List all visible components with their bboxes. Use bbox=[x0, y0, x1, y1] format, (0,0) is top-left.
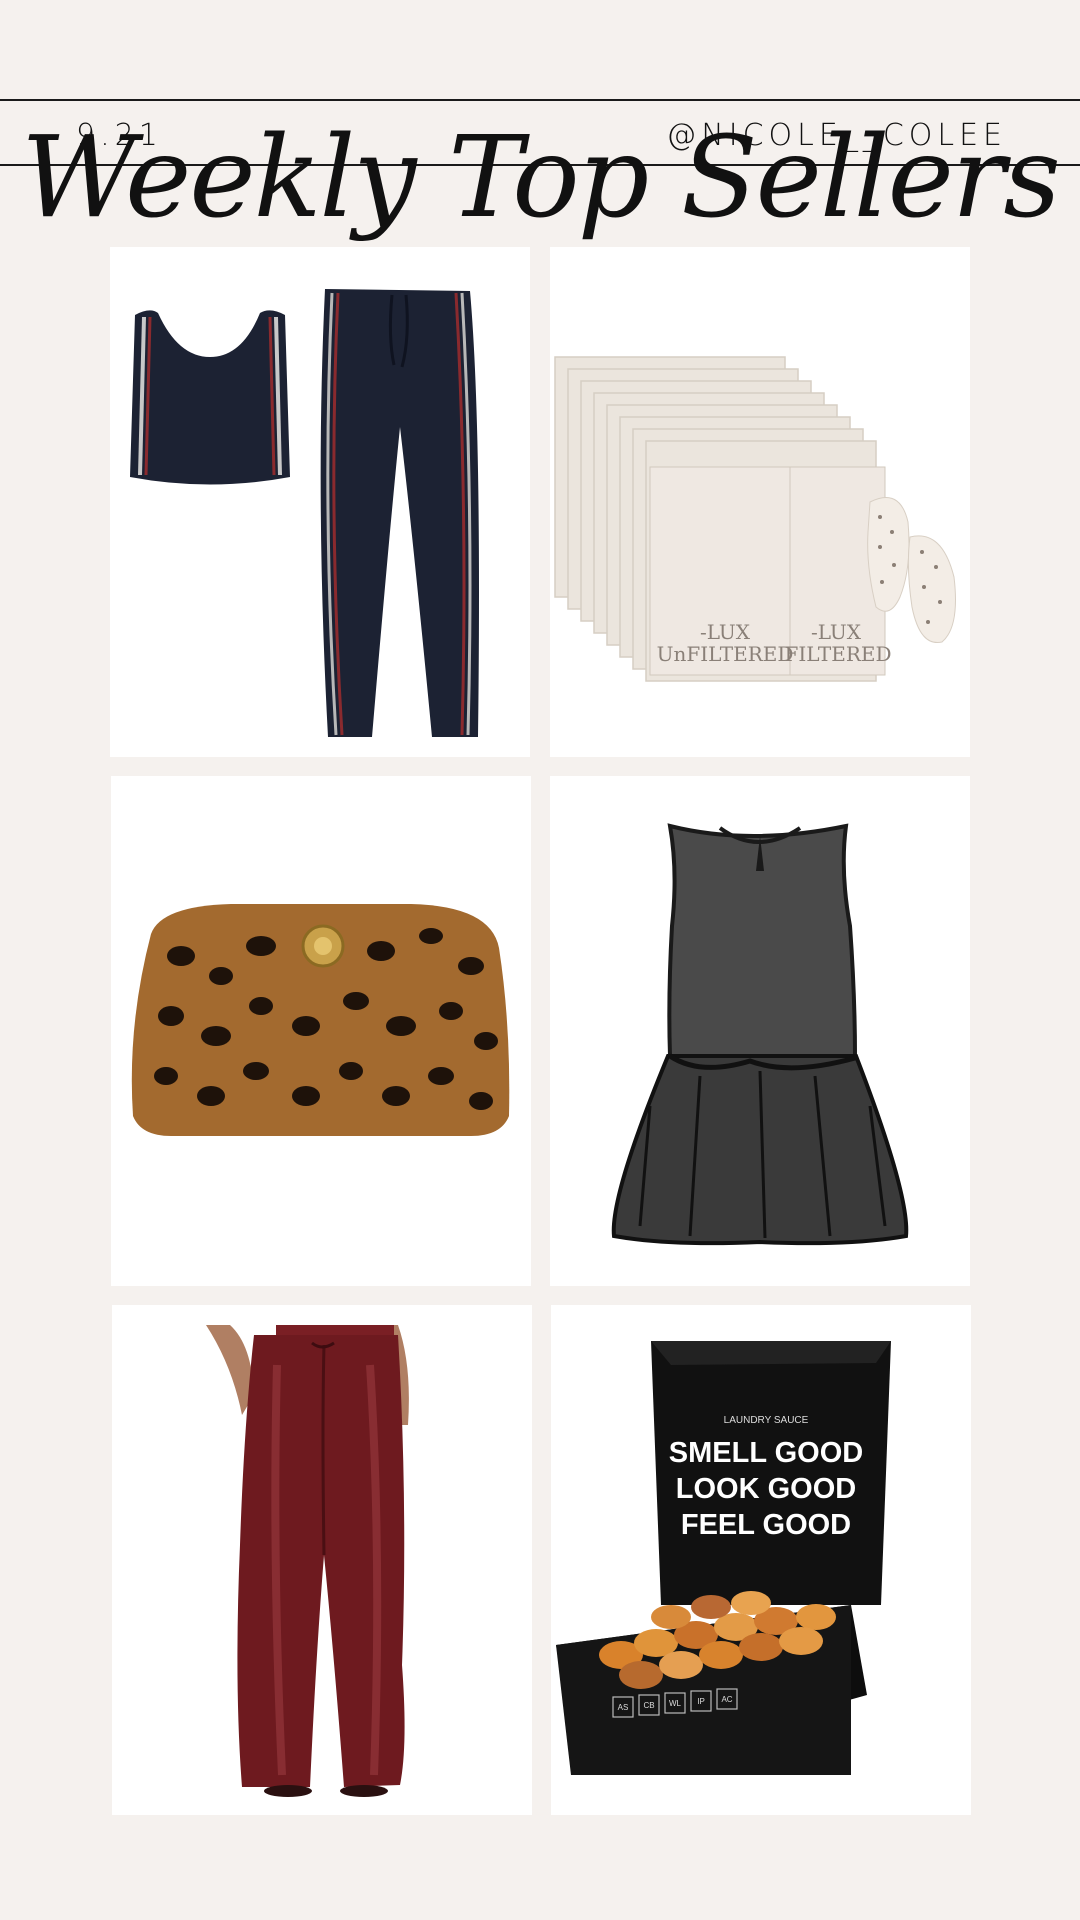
product-card-sheer-top[interactable] bbox=[550, 776, 970, 1286]
sports-bra-and-leggings-icon bbox=[130, 289, 479, 737]
brand-text-lux: -LUX bbox=[700, 620, 751, 644]
laundry-line-3: FEEL GOOD bbox=[681, 1509, 851, 1541]
page-title: Weekly Top Sellers bbox=[21, 113, 1061, 243]
badge-as: AS bbox=[618, 1703, 629, 1712]
product-card-laundry-box[interactable]: LAUNDRY SAUCE SMELL GOOD LOOK GOOD FEEL … bbox=[551, 1305, 971, 1815]
laundry-detergent-box-icon: LAUNDRY SAUCE SMELL GOOD LOOK GOOD FEEL … bbox=[556, 1341, 891, 1775]
laundry-line-2: LOOK GOOD bbox=[676, 1473, 856, 1505]
badge-cb: CB bbox=[643, 1701, 654, 1710]
brand-text-unfiltered: UnFILTERED bbox=[657, 642, 794, 666]
badge-ip: IP bbox=[697, 1697, 705, 1706]
product-card-eye-patches[interactable]: -LUX UnFILTERED -LUX FILTERED bbox=[550, 247, 970, 757]
badge-wl: WL bbox=[669, 1699, 682, 1708]
badge-ac: AC bbox=[721, 1695, 732, 1704]
product-card-satin-pants[interactable] bbox=[112, 1305, 532, 1815]
laundry-brand-text: LAUNDRY SAUCE bbox=[724, 1415, 809, 1426]
product-card-leopard-pouch[interactable] bbox=[111, 776, 531, 1286]
leopard-print-cosmetic-pouch-icon bbox=[131, 904, 510, 1136]
brand-text-filtered: FILTERED bbox=[784, 642, 891, 666]
sheer-peplum-top-icon bbox=[611, 823, 909, 1246]
laundry-line-1: SMELL GOOD bbox=[669, 1437, 863, 1469]
brand-text-lux-2: -LUX bbox=[811, 620, 862, 644]
header-top-rule bbox=[0, 99, 1080, 101]
under-eye-patches-icon: -LUX UnFILTERED -LUX FILTERED bbox=[554, 356, 956, 682]
burgundy-satin-pants-icon bbox=[206, 1325, 409, 1797]
product-card-athletic-set[interactable] bbox=[110, 247, 530, 757]
